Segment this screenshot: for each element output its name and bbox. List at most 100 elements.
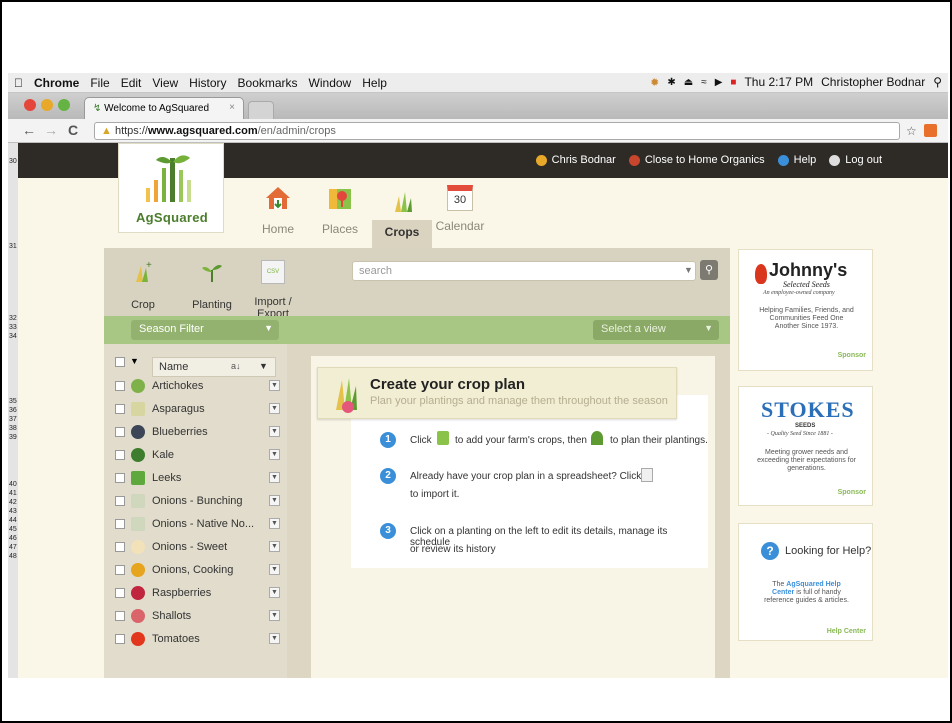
select-all-dropdown-icon[interactable]: ▼ [130, 356, 139, 366]
menu-help[interactable]: Help [362, 76, 387, 90]
crop-row-onions-bunching[interactable]: Onions - Bunching ▼ [104, 491, 287, 513]
row-checkbox[interactable] [115, 588, 125, 598]
add-crop-button[interactable]: + Crop [128, 260, 158, 311]
canada-flag-icon[interactable]: ■ [730, 77, 736, 88]
row-menu-icon[interactable]: ▼ [269, 449, 280, 460]
crop-name[interactable]: Artichokes [152, 380, 203, 392]
row-menu-icon[interactable]: ▼ [269, 541, 280, 552]
crop-row-onions-cooking[interactable]: Onions, Cooking ▼ [104, 560, 287, 582]
menu-file[interactable]: File [90, 76, 109, 90]
search-dropdown-icon[interactable]: ▼ [684, 265, 693, 275]
johnnys-sponsor[interactable]: Sponsor [838, 352, 866, 359]
sort-icon[interactable]: a↓ [231, 361, 241, 371]
crop-row-artichokes[interactable]: Artichokes ▼ [104, 376, 287, 398]
menu-history[interactable]: History [189, 76, 226, 90]
nav-calendar[interactable]: 30 Calendar [430, 185, 490, 233]
crop-name[interactable]: Asparagus [152, 403, 205, 415]
row-menu-icon[interactable]: ▼ [269, 633, 280, 644]
row-menu-icon[interactable]: ▼ [269, 426, 280, 437]
row-checkbox[interactable] [115, 404, 125, 414]
row-menu-icon[interactable]: ▼ [269, 380, 280, 391]
row-menu-icon[interactable]: ▼ [269, 472, 280, 483]
zoom-window-icon[interactable] [58, 99, 70, 111]
close-tab-icon[interactable]: × [229, 102, 235, 113]
crop-name[interactable]: Onions - Bunching [152, 495, 243, 507]
extension-icon[interactable] [924, 124, 937, 137]
volume-icon[interactable]: ▶ [715, 77, 723, 88]
add-planting-button[interactable]: Planting [184, 260, 240, 311]
stokes-ad[interactable]: STOKES SEEDS - Quality Seed Since 1881 -… [738, 386, 873, 506]
crop-name[interactable]: Kale [152, 449, 174, 461]
crop-row-leeks[interactable]: Leeks ▼ [104, 468, 287, 490]
spotlight-icon[interactable]: ⚲ [933, 75, 942, 89]
crop-name[interactable]: Onions - Sweet [152, 541, 227, 553]
row-menu-icon[interactable]: ▼ [269, 610, 280, 621]
row-menu-icon[interactable]: ▼ [269, 587, 280, 598]
nav-home[interactable]: Home [248, 185, 308, 236]
close-window-icon[interactable] [24, 99, 36, 111]
help-center-button[interactable]: Help Center [827, 628, 866, 635]
crop-row-blueberries[interactable]: Blueberries ▼ [104, 422, 287, 444]
user-link[interactable]: Chris Bodnar [552, 154, 616, 166]
back-icon[interactable]: ← [22, 122, 36, 138]
import-inline-icon[interactable] [641, 468, 653, 482]
menu-window[interactable]: Window [309, 76, 352, 90]
crop-row-onions-native[interactable]: Onions - Native No... ▼ [104, 514, 287, 536]
reload-icon[interactable]: C [68, 122, 78, 138]
column-menu-icon[interactable]: ▼ [259, 361, 268, 371]
crop-row-kale[interactable]: Kale ▼ [104, 445, 287, 467]
crop-row-raspberries[interactable]: Raspberries ▼ [104, 583, 287, 605]
apple-icon[interactable]:  [14, 76, 23, 90]
forward-icon[interactable]: → [44, 122, 58, 138]
crop-name[interactable]: Leeks [152, 472, 181, 484]
import-export-button[interactable]: CSV Import / Export [240, 260, 306, 320]
help-center-ad[interactable]: ? Looking for Help? The AgSquared Help C… [738, 523, 873, 641]
crop-name[interactable]: Onions, Cooking [152, 564, 233, 576]
row-checkbox[interactable] [115, 634, 125, 644]
crop-name[interactable]: Shallots [152, 610, 191, 622]
clock[interactable]: Thu 2:17 PM [744, 75, 813, 89]
row-menu-icon[interactable]: ▼ [269, 403, 280, 414]
logout-link[interactable]: Log out [845, 154, 882, 166]
menu-bookmarks[interactable]: Bookmarks [238, 76, 298, 90]
bluetooth-icon[interactable]: ✱ [667, 77, 675, 88]
select-all-checkbox[interactable] [115, 357, 125, 367]
row-checkbox[interactable] [115, 473, 125, 483]
user-name[interactable]: Christopher Bodnar [821, 75, 925, 89]
help-link[interactable]: Help [794, 154, 817, 166]
row-checkbox[interactable] [115, 542, 125, 552]
browser-tab[interactable]: ↯ Welcome to AgSquared × [84, 97, 244, 119]
bookmark-star-icon[interactable]: ☆ [906, 124, 917, 138]
crop-row-onions-sweet[interactable]: Onions - Sweet ▼ [104, 537, 287, 559]
row-menu-icon[interactable]: ▼ [269, 564, 280, 575]
crop-row-shallots[interactable]: Shallots ▼ [104, 606, 287, 628]
row-menu-icon[interactable]: ▼ [269, 495, 280, 506]
row-checkbox[interactable] [115, 611, 125, 621]
crop-row-tomatoes[interactable]: Tomatoes ▼ [104, 629, 287, 651]
crop-name[interactable]: Raspberries [152, 587, 211, 599]
eject-icon[interactable]: ⏏ [684, 77, 693, 88]
search-button[interactable]: ⚲ [700, 260, 718, 280]
stokes-sponsor[interactable]: Sponsor [838, 489, 866, 496]
add-crop-inline-icon[interactable] [437, 431, 449, 445]
crop-row-asparagus[interactable]: Asparagus ▼ [104, 399, 287, 421]
row-checkbox[interactable] [115, 450, 125, 460]
crop-name[interactable]: Tomatoes [152, 633, 200, 645]
minimize-window-icon[interactable] [41, 99, 53, 111]
new-tab-button[interactable] [248, 101, 274, 119]
row-checkbox[interactable] [115, 496, 125, 506]
name-column-header[interactable]: Name a↓ ▼ [152, 357, 276, 377]
season-filter-select[interactable]: Season Filter ▼ [131, 320, 279, 340]
site-logo[interactable]: AgSquared [118, 143, 224, 233]
view-select[interactable]: Select a view ▼ [593, 320, 719, 340]
johnnys-ad[interactable]: Johnny's Selected Seeds An employee-owne… [738, 249, 873, 371]
row-checkbox[interactable] [115, 427, 125, 437]
menu-edit[interactable]: Edit [121, 76, 142, 90]
search-input[interactable]: search [352, 261, 696, 281]
status-bug-icon[interactable]: ✹ [650, 76, 659, 89]
row-menu-icon[interactable]: ▼ [269, 518, 280, 529]
farm-link[interactable]: Close to Home Organics [645, 154, 765, 166]
address-bar[interactable]: ▲ https://www.agsquared.com/en/admin/cro… [94, 122, 900, 140]
row-checkbox[interactable] [115, 565, 125, 575]
wifi-icon[interactable]: ≈ [701, 77, 707, 88]
